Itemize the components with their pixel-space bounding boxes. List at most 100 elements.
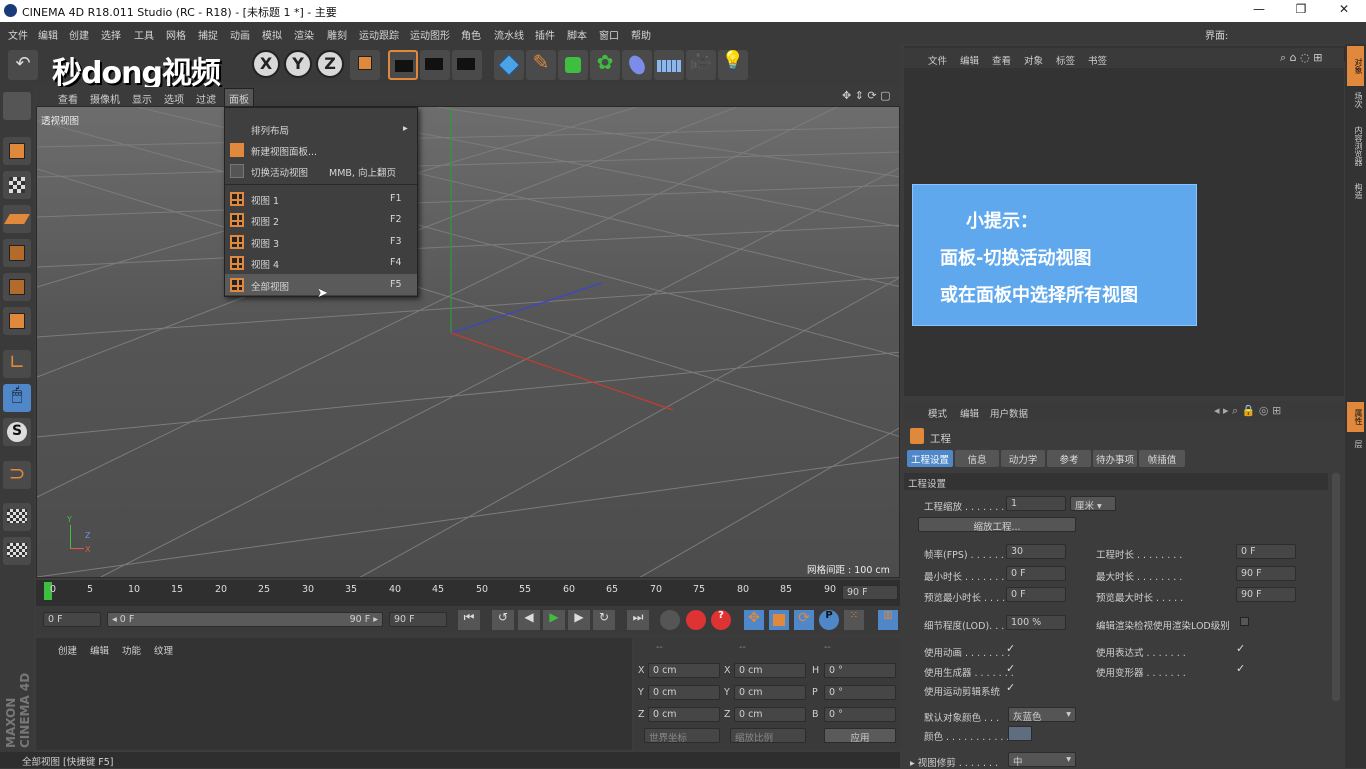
menu-script[interactable]: 脚本 [567, 27, 587, 42]
tab-attributes[interactable]: 属性 [1347, 402, 1364, 432]
menu-render[interactable]: 渲染 [294, 27, 314, 42]
key-parameter-icon[interactable]: P [819, 610, 839, 630]
world-coords-select[interactable]: 世界坐标 [644, 728, 720, 744]
default-color-select[interactable]: 灰蓝色 ▾ [1008, 707, 1076, 723]
pos-x-field[interactable]: 0 cm [648, 663, 720, 678]
obj-menu-view[interactable]: 查看 [992, 53, 1011, 67]
mat-menu-create[interactable]: 创建 [58, 643, 77, 657]
max-time-field[interactable]: 90 F [1236, 566, 1296, 581]
play-icon[interactable]: ▶ [543, 610, 565, 630]
menu-item-view-4[interactable]: 视图 4 F4 [225, 252, 417, 273]
minimize-button[interactable]: — [1244, 2, 1274, 20]
goto-start-icon[interactable]: ⏮ [458, 610, 480, 630]
make-editable-icon[interactable] [3, 92, 31, 120]
attr-scrollbar[interactable] [1332, 473, 1340, 701]
mat-menu-function[interactable]: 功能 [122, 643, 141, 657]
pos-z-field[interactable]: 0 cm [648, 707, 720, 722]
menu-mesh[interactable]: 网格 [166, 27, 186, 42]
magnet-icon[interactable]: ⊃ [3, 461, 31, 489]
menu-tools[interactable]: 工具 [134, 27, 154, 42]
tab-dynamics[interactable]: 动力学 [1001, 450, 1045, 467]
key-scale-icon[interactable] [769, 610, 789, 630]
camera-icon[interactable]: 🎥 [686, 50, 716, 80]
pos-y-field[interactable]: 0 cm [648, 685, 720, 700]
points-mode-icon[interactable] [3, 239, 31, 267]
next-frame-icon[interactable]: ▶ [568, 610, 590, 630]
key-position-icon[interactable]: ✥ [744, 610, 764, 630]
use-animation-checkbox[interactable]: ✓ [1006, 642, 1015, 655]
timeline-window-icon[interactable]: ▥ [878, 610, 898, 630]
goto-end-icon[interactable]: ⏭ [627, 610, 649, 630]
attr-menu-mode[interactable]: 模式 [928, 406, 947, 420]
edges-mode-icon[interactable] [3, 273, 31, 301]
pen-icon[interactable]: ✎ [526, 50, 556, 80]
use-motion-system-checkbox[interactable]: ✓ [1006, 681, 1015, 694]
vp-menu-filter[interactable]: 过滤 [196, 91, 216, 106]
attr-menu-edit[interactable]: 编辑 [960, 406, 979, 420]
obj-menu-bookmarks[interactable]: 书签 [1088, 53, 1107, 67]
frame-range-slider[interactable]: ◂ 0 F 90 F ▸ [107, 612, 383, 627]
menu-help[interactable]: 帮助 [631, 27, 651, 42]
menu-select[interactable]: 选择 [101, 27, 121, 42]
vp-menu-options[interactable]: 选项 [164, 91, 184, 106]
polygons-mode-icon[interactable] [3, 307, 31, 335]
viewport-nav-icons[interactable]: ✥ ⇕ ⟳ ▢ [842, 89, 891, 102]
tab-todo[interactable]: 待办事项 [1093, 450, 1137, 467]
array-icon[interactable]: ✿ [590, 50, 620, 80]
planar-workplane-icon[interactable] [3, 537, 31, 565]
light-icon[interactable]: 💡 [718, 50, 748, 80]
use-generators-checkbox[interactable]: ✓ [1006, 662, 1015, 675]
axis-icon[interactable]: ∟ [3, 350, 31, 378]
menu-edit[interactable]: 编辑 [38, 27, 58, 42]
vp-menu-cameras[interactable]: 摄像机 [90, 91, 120, 106]
use-deformers-checkbox[interactable]: ✓ [1236, 662, 1245, 675]
project-scale-field[interactable]: 1 [1006, 496, 1066, 511]
menu-pipeline[interactable]: 流水线 [494, 27, 524, 42]
undo-icon[interactable]: ↶ [8, 50, 38, 80]
x-axis-lock-icon[interactable]: X [252, 50, 280, 78]
texture-mode-icon[interactable] [3, 171, 31, 199]
scale-project-button[interactable]: 缩放工程... [918, 517, 1076, 533]
workplane-icon[interactable] [3, 205, 31, 233]
menu-mograph[interactable]: 运动图形 [410, 27, 450, 42]
tab-info[interactable]: 信息 [955, 450, 999, 467]
menu-item-arrange-layout[interactable]: 排列布局 ▸ [225, 118, 417, 139]
obj-menu-objects[interactable]: 对象 [1024, 53, 1043, 67]
subdivision-icon[interactable] [558, 50, 588, 80]
prev-frame-icon[interactable]: ◀ [518, 610, 540, 630]
next-key-icon[interactable]: ↻ [593, 610, 615, 630]
render-picture-viewer-icon[interactable] [420, 50, 450, 80]
close-button[interactable]: ✕ [1329, 2, 1359, 20]
color-swatch[interactable] [1008, 726, 1032, 741]
scale-mode-select[interactable]: 缩放比例 [730, 728, 806, 744]
rot-h-field[interactable]: 0 ° [824, 663, 896, 678]
key-pla-icon[interactable]: ⁙ [844, 610, 864, 630]
menu-motion-tracking[interactable]: 运动跟踪 [359, 27, 399, 42]
menu-item-view-1[interactable]: 视图 1 F1 [225, 188, 417, 209]
record-keys-icon[interactable] [660, 610, 680, 630]
obj-menu-tags[interactable]: 标签 [1056, 53, 1075, 67]
preview-min-field[interactable]: 0 F [1006, 587, 1066, 602]
vp-menu-display[interactable]: 显示 [132, 91, 152, 106]
attr-menu-userdata[interactable]: 用户数据 [990, 406, 1028, 420]
mat-menu-edit[interactable]: 编辑 [90, 643, 109, 657]
floor-icon[interactable] [654, 50, 684, 80]
tab-content-browser[interactable]: 内容浏览器 [1347, 116, 1364, 176]
perspective-viewport[interactable]: 透视视图 网格间距 : 100 cm Y Z X [36, 106, 900, 578]
scale-unit-select[interactable]: 厘米 ▾ [1070, 496, 1116, 512]
tab-objects[interactable]: 对象 [1347, 46, 1364, 86]
rot-p-field[interactable]: 0 ° [824, 685, 896, 700]
fps-field[interactable]: 30 [1006, 544, 1066, 559]
y-axis-lock-icon[interactable]: Y [284, 50, 312, 78]
project-duration-field[interactable]: 0 F [1236, 544, 1296, 559]
mat-menu-texture[interactable]: 纹理 [154, 643, 173, 657]
menu-plugins[interactable]: 插件 [535, 27, 555, 42]
size-y-field[interactable]: 0 cm [734, 685, 806, 700]
model-mode-icon[interactable] [3, 137, 31, 165]
rot-b-field[interactable]: 0 ° [824, 707, 896, 722]
keyframe-selection-icon[interactable]: ? [711, 610, 731, 630]
tab-reference[interactable]: 参考 [1047, 450, 1091, 467]
attr-nav-icons[interactable]: ◂ ▸ ⌕ 🔒 ◎ ⊞ [1214, 404, 1281, 418]
timeline-ruler[interactable] [36, 580, 900, 606]
autokey-icon[interactable] [686, 610, 706, 630]
